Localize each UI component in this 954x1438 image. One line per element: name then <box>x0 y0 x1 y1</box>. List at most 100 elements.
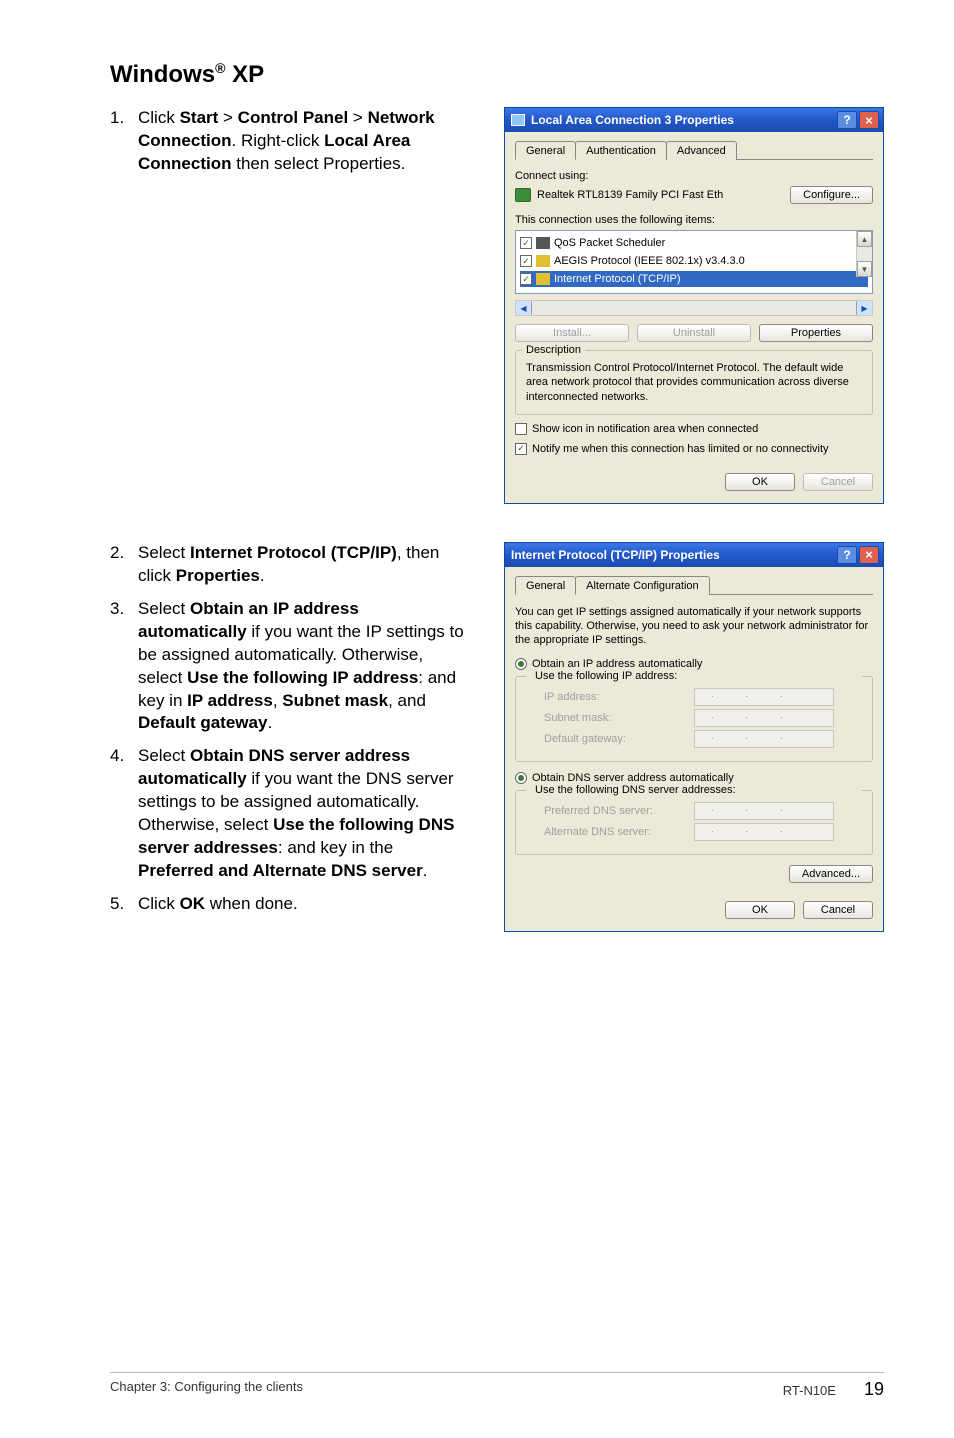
radio-icon[interactable] <box>515 658 527 670</box>
field-label: IP address: <box>544 691 694 703</box>
help-icon[interactable]: ? <box>837 546 857 564</box>
text: > <box>218 108 237 127</box>
scroll-left-icon[interactable]: ◀ <box>516 301 532 315</box>
cancel-button[interactable]: Cancel <box>803 901 873 919</box>
field-label: Preferred DNS server: <box>544 805 694 817</box>
help-icon[interactable]: ? <box>837 111 857 129</box>
scroll-track[interactable] <box>532 301 856 315</box>
item-label: QoS Packet Scheduler <box>554 237 665 249</box>
uninstall-button[interactable]: Uninstall <box>637 324 751 342</box>
text-bold: Preferred and Alternate DNS server <box>138 861 423 880</box>
text: . <box>267 713 272 732</box>
text: Click <box>138 108 180 127</box>
checkbox-label: Show icon in notification area when conn… <box>532 423 758 435</box>
items-listbox[interactable]: ✓ QoS Packet Scheduler ✓AEGIS Protocol (I… <box>515 230 873 294</box>
dialog-lan-properties: Local Area Connection 3 Properties ? × G… <box>504 107 884 504</box>
row-subnet: Subnet mask:... <box>544 709 862 727</box>
checkbox-icon[interactable]: ✓ <box>520 273 532 285</box>
tab-general[interactable]: General <box>515 141 576 160</box>
step-body: Select Obtain DNS server address automat… <box>138 745 470 883</box>
text: Select <box>138 543 190 562</box>
adapter-name: Realtek RTL8139 Family PCI Fast Eth <box>537 189 780 201</box>
text: when done. <box>205 894 298 913</box>
tab-alternate-configuration[interactable]: Alternate Configuration <box>575 576 710 595</box>
footer-model: RT-N10E <box>783 1383 836 1398</box>
radio-icon[interactable] <box>515 772 527 784</box>
ok-button[interactable]: OK <box>725 473 795 491</box>
field-label: Subnet mask: <box>544 712 694 724</box>
scroll-up-icon[interactable]: ▲ <box>857 231 872 247</box>
radio-label: Use the following IP address: <box>535 670 677 682</box>
pref-dns-input[interactable]: ... <box>694 802 834 820</box>
checkbox-icon[interactable]: ✓ <box>520 237 532 249</box>
window-title: Local Area Connection 3 Properties <box>531 113 835 127</box>
text: . <box>260 566 265 585</box>
subnet-input[interactable]: ... <box>694 709 834 727</box>
scroll-down-icon[interactable]: ▼ <box>857 261 872 277</box>
text-bold: Internet Protocol (TCP/IP) <box>190 543 397 562</box>
titlebar[interactable]: Local Area Connection 3 Properties ? × <box>505 108 883 132</box>
footer-page-number: 19 <box>864 1379 884 1400</box>
titlebar[interactable]: Internet Protocol (TCP/IP) Properties ? … <box>505 543 883 567</box>
close-icon[interactable]: × <box>859 111 879 129</box>
text-bold: Default gateway <box>138 713 267 732</box>
text: then select Properties. <box>232 154 406 173</box>
text: : and key in the <box>278 838 393 857</box>
ok-button[interactable]: OK <box>725 901 795 919</box>
tab-authentication[interactable]: Authentication <box>575 141 667 160</box>
gateway-input[interactable]: ... <box>694 730 834 748</box>
item-label: Internet Protocol (TCP/IP) <box>554 273 681 285</box>
install-button[interactable]: Install... <box>515 324 629 342</box>
scroll-right-icon[interactable]: ▶ <box>856 301 872 315</box>
step-1: 1. Click Start > Control Panel > Network… <box>110 107 470 176</box>
radio-obtain-ip[interactable]: Obtain an IP address automatically <box>515 658 873 670</box>
text: . Right-click <box>232 131 325 150</box>
radio-use-ip[interactable]: Use the following IP address: <box>526 670 862 682</box>
text: > <box>348 108 367 127</box>
checkbox-icon[interactable]: ✓ <box>520 255 532 267</box>
row-gateway: Default gateway:... <box>544 730 862 748</box>
checkbox-icon[interactable] <box>515 443 527 455</box>
step: 4.Select Obtain DNS server address autom… <box>110 745 470 883</box>
text-bold: Use the following IP address <box>187 668 418 687</box>
checkbox-show-icon[interactable]: Show icon in notification area when conn… <box>515 423 873 435</box>
text-bold: IP address <box>187 691 273 710</box>
radio-label: Use the following DNS server addresses: <box>535 784 736 796</box>
info-text: You can get IP settings assigned automat… <box>515 605 873 648</box>
heading-base: Windows <box>110 61 215 88</box>
ip-group: Use the following IP address: IP address… <box>515 676 873 762</box>
checkbox-icon[interactable] <box>515 423 527 435</box>
step-body: Select Obtain an IP address automaticall… <box>138 598 470 736</box>
tab-general[interactable]: General <box>515 576 576 595</box>
configure-button[interactable]: Configure... <box>790 186 873 204</box>
step-number: 5. <box>110 893 138 916</box>
text-bold: Control Panel <box>238 108 349 127</box>
list-item[interactable]: ✓ Internet Protocol (TCP/IP) <box>520 271 868 287</box>
advanced-button[interactable]: Advanced... <box>789 865 873 883</box>
row-pref-dns: Preferred DNS server:... <box>544 802 862 820</box>
radio-use-dns[interactable]: Use the following DNS server addresses: <box>526 784 862 796</box>
list-item[interactable]: ✓AEGIS Protocol (IEEE 802.1x) v3.4.3.0 <box>520 253 868 269</box>
field-label: Alternate DNS server: <box>544 826 694 838</box>
step: 2.Select Internet Protocol (TCP/IP), the… <box>110 542 470 588</box>
alt-dns-input[interactable]: ... <box>694 823 834 841</box>
page-footer: Chapter 3: Configuring the clients RT-N1… <box>110 1372 884 1400</box>
radio-label: Obtain DNS server address automatically <box>532 772 734 784</box>
cancel-button[interactable]: Cancel <box>803 473 873 491</box>
checkbox-notify[interactable]: Notify me when this connection has limit… <box>515 443 873 455</box>
radio-obtain-dns[interactable]: Obtain DNS server address automatically <box>515 772 873 784</box>
ip-address-input[interactable]: ... <box>694 688 834 706</box>
tab-advanced[interactable]: Advanced <box>666 141 737 160</box>
scrollbar-vertical[interactable]: ▲ ▼ <box>856 231 872 277</box>
close-icon[interactable]: × <box>859 546 879 564</box>
heading-reg: ® <box>215 60 225 76</box>
row-alt-dns: Alternate DNS server:... <box>544 823 862 841</box>
text: Click <box>138 894 180 913</box>
tabs: General Alternate Configuration <box>515 575 873 595</box>
properties-button[interactable]: Properties <box>759 324 873 342</box>
list-item[interactable]: ✓ QoS Packet Scheduler <box>520 235 868 251</box>
scrollbar-horizontal[interactable]: ◀ ▶ <box>515 300 873 316</box>
lan-icon <box>511 114 525 126</box>
tabs: General Authentication Advanced <box>515 140 873 160</box>
protocol-icon <box>536 273 550 285</box>
